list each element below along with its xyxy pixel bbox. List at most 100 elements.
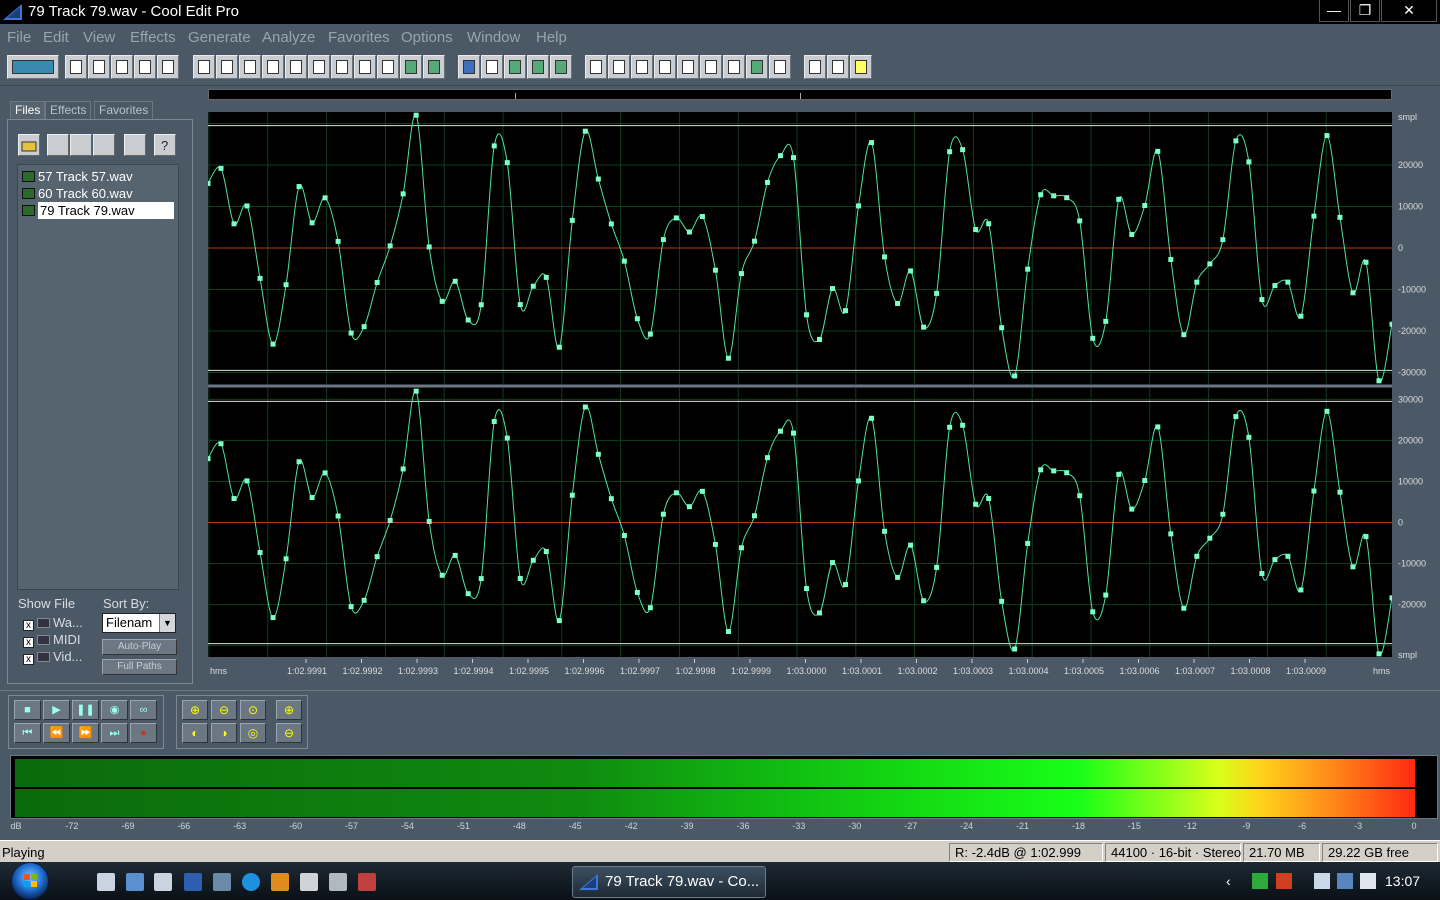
clock[interactable]: 13:07 bbox=[1385, 873, 1420, 889]
repeat-last-button[interactable] bbox=[239, 55, 261, 79]
maximize-button[interactable]: ❐ bbox=[1350, 0, 1380, 22]
menu-window[interactable]: Window bbox=[467, 29, 520, 46]
file-item-60[interactable]: 60 Track 60.wav bbox=[22, 185, 176, 202]
play-to-end-button[interactable]: ◉ bbox=[101, 700, 128, 720]
quicklaunch-tool-icon[interactable] bbox=[329, 873, 347, 891]
find-button[interactable] bbox=[677, 55, 699, 79]
minimize-button[interactable]: — bbox=[1319, 0, 1349, 22]
envelope-button[interactable] bbox=[458, 55, 480, 79]
sort-by-select[interactable]: Filenam ▼ bbox=[102, 613, 176, 633]
full-paths-button[interactable]: Full Paths bbox=[102, 659, 177, 675]
show-hidden-icons-icon[interactable]: ‹ bbox=[1226, 873, 1242, 889]
multitrack-toggle-button[interactable] bbox=[7, 55, 59, 79]
menu-help[interactable]: Help bbox=[536, 29, 567, 46]
view-spectral-button[interactable] bbox=[527, 55, 549, 79]
open-file-button[interactable] bbox=[88, 55, 110, 79]
zoom-out-horizontal-button[interactable]: ⊖ bbox=[211, 700, 237, 720]
quicklaunch-notes-icon[interactable] bbox=[154, 873, 172, 891]
save-file-button[interactable] bbox=[111, 55, 133, 79]
menu-options[interactable]: Options bbox=[401, 29, 453, 46]
taskbar-app-button[interactable]: 79 Track 79.wav - Co... bbox=[572, 866, 766, 898]
quicklaunch-media-icon[interactable] bbox=[271, 873, 289, 891]
tray-app-icon[interactable] bbox=[1276, 873, 1292, 889]
pause-button[interactable]: ❚❚ bbox=[72, 700, 99, 720]
quicklaunch-computer-icon[interactable] bbox=[213, 873, 231, 891]
show-play-list-button[interactable] bbox=[631, 55, 653, 79]
show-waves-checkbox[interactable]: x Wa... bbox=[23, 615, 83, 631]
save-all-button[interactable] bbox=[157, 55, 179, 79]
stop-button[interactable]: ■ bbox=[14, 700, 41, 720]
volume-icon[interactable] bbox=[1360, 873, 1376, 889]
go-to-start-button[interactable]: ⏮ bbox=[14, 723, 41, 743]
menu-analyze[interactable]: Analyze bbox=[262, 29, 315, 46]
organizer-help-button[interactable]: ? bbox=[154, 134, 176, 156]
overview-bar[interactable] bbox=[208, 89, 1392, 100]
mix-paste-button[interactable] bbox=[377, 55, 399, 79]
play-button[interactable]: ▶ bbox=[43, 700, 70, 720]
zoom-in-vertical-button[interactable]: ⊕ bbox=[276, 700, 302, 720]
show-cue-list-button[interactable] bbox=[608, 55, 630, 79]
new-file-button[interactable] bbox=[65, 55, 87, 79]
view-waveform-button[interactable] bbox=[504, 55, 526, 79]
menu-view[interactable]: View bbox=[83, 29, 115, 46]
mute-button[interactable] bbox=[423, 55, 445, 79]
menu-edit[interactable]: Edit bbox=[43, 29, 69, 46]
time-format-button[interactable] bbox=[700, 55, 722, 79]
copy-to-new-button[interactable] bbox=[285, 55, 307, 79]
quicklaunch-desktop-icon[interactable] bbox=[184, 873, 202, 891]
network-icon[interactable] bbox=[1337, 873, 1353, 889]
quicklaunch-documents-icon[interactable] bbox=[97, 873, 115, 891]
quicklaunch-explorer-icon[interactable] bbox=[126, 873, 144, 891]
save-as-button[interactable] bbox=[134, 55, 156, 79]
tab-effects[interactable]: Effects bbox=[45, 101, 92, 119]
tray-power-icon[interactable] bbox=[1314, 873, 1330, 889]
fast-forward-button[interactable]: ⏩ bbox=[72, 723, 99, 743]
insert-multitrack-button[interactable] bbox=[70, 134, 92, 156]
zoom-left-selection-button[interactable]: ◐ bbox=[182, 723, 208, 743]
menu-generate[interactable]: Generate bbox=[188, 29, 251, 46]
play-list-button[interactable] bbox=[654, 55, 676, 79]
show-video-checkbox[interactable]: x Vid... bbox=[23, 649, 82, 665]
trim-button[interactable] bbox=[400, 55, 422, 79]
show-midi-checkbox[interactable]: x MIDI bbox=[23, 632, 80, 648]
zoom-selection-button[interactable]: ◎ bbox=[240, 723, 266, 743]
file-item-57[interactable]: 57 Track 57.wav bbox=[22, 168, 176, 185]
cut-button[interactable] bbox=[308, 55, 330, 79]
undo-button[interactable] bbox=[193, 55, 215, 79]
menu-favorites[interactable]: Favorites bbox=[328, 29, 390, 46]
file-settings-button[interactable] bbox=[124, 134, 146, 156]
spectral-view-button[interactable] bbox=[481, 55, 503, 79]
record-button[interactable]: ● bbox=[130, 723, 157, 743]
rewind-button[interactable]: ⏪ bbox=[43, 723, 70, 743]
wizard-button[interactable] bbox=[827, 55, 849, 79]
zoom-full-button[interactable]: ⊙ bbox=[240, 700, 266, 720]
help-button[interactable] bbox=[850, 55, 872, 79]
close-button[interactable]: ✕ bbox=[1381, 0, 1437, 22]
internet-explorer-icon[interactable] bbox=[242, 873, 260, 891]
tab-favorites[interactable]: Favorites bbox=[94, 101, 154, 119]
start-button[interactable] bbox=[11, 862, 49, 900]
paste-to-new-button[interactable] bbox=[354, 55, 376, 79]
tab-files[interactable]: Files bbox=[10, 101, 46, 119]
copy-button[interactable] bbox=[262, 55, 284, 79]
settings-gear-button[interactable] bbox=[804, 55, 826, 79]
menu-effects[interactable]: Effects bbox=[130, 29, 176, 46]
open-folder-button[interactable] bbox=[18, 134, 40, 156]
close-file-button[interactable] bbox=[47, 134, 69, 156]
show-organizer-button[interactable] bbox=[585, 55, 607, 79]
loop-button[interactable]: ∞ bbox=[130, 700, 157, 720]
tray-security-icon[interactable] bbox=[1252, 873, 1268, 889]
paste-button[interactable] bbox=[331, 55, 353, 79]
frequency-analysis-button[interactable] bbox=[746, 55, 768, 79]
quicklaunch-paint-icon[interactable] bbox=[358, 873, 376, 891]
statistics-button[interactable] bbox=[769, 55, 791, 79]
metronome-button[interactable] bbox=[723, 55, 745, 79]
zoom-right-selection-button[interactable]: ◑ bbox=[211, 723, 237, 743]
menu-file[interactable]: File bbox=[7, 29, 31, 46]
waveform-display[interactable]: smpl 20000 10000 0 -10000 -20000 -30000 30000 20… bbox=[208, 112, 1440, 682]
go-to-end-button[interactable]: ⏭ bbox=[101, 723, 128, 743]
zoom-in-horizontal-button[interactable]: ⊕ bbox=[182, 700, 208, 720]
view-spectral-pan-button[interactable] bbox=[550, 55, 572, 79]
quicklaunch-calculator-icon[interactable] bbox=[300, 873, 318, 891]
auto-play-button[interactable]: Auto-Play bbox=[102, 639, 177, 655]
